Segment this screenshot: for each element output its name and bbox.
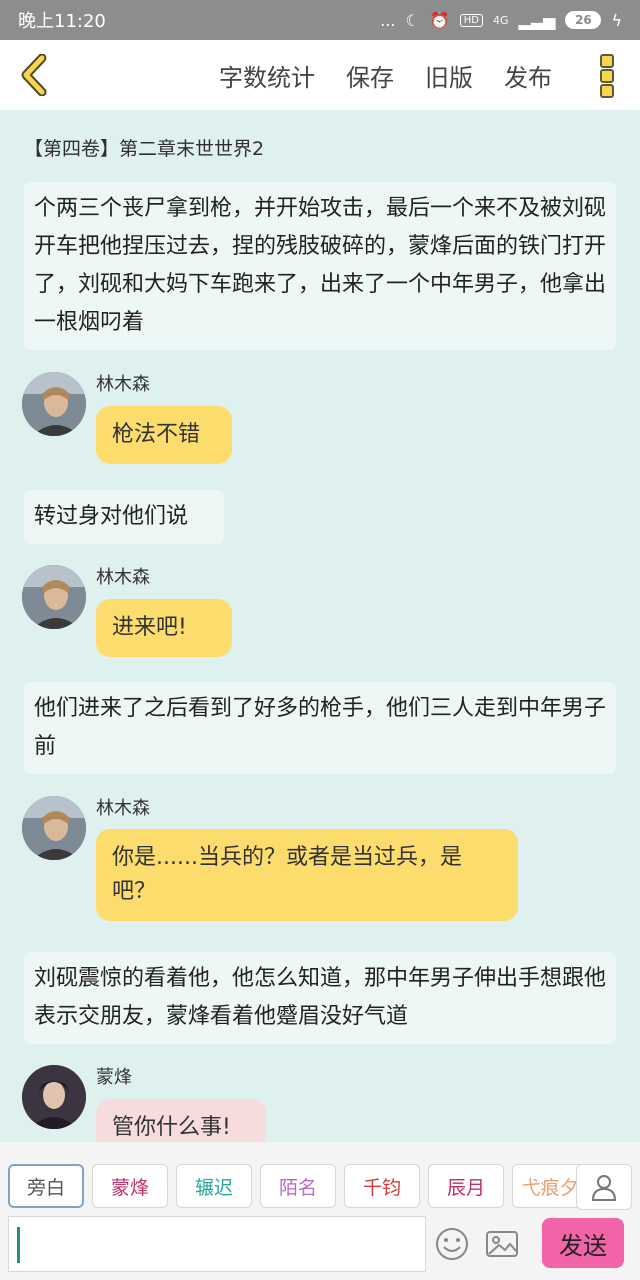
smile-icon	[436, 1228, 468, 1260]
role-label: 辰月	[446, 1176, 485, 1199]
role-label: 千钧	[362, 1176, 401, 1199]
role-moming[interactable]: 陌名	[260, 1164, 336, 1208]
network-label: 4G	[492, 13, 509, 27]
avatar[interactable]	[22, 1065, 86, 1129]
image-button[interactable]	[484, 1226, 520, 1262]
status-icons: ... ☾ ⏰ HD 4G ▂▃▅ 26 ϟ	[380, 11, 622, 30]
avatar[interactable]	[22, 372, 86, 436]
back-button[interactable]	[14, 54, 54, 96]
more-vertical-icon	[600, 69, 614, 83]
dialog-bubble[interactable]: 管你什么事!	[96, 1099, 266, 1142]
emoji-button[interactable]	[434, 1226, 470, 1262]
nav-actions: 字数统计 保存 旧版 发布	[219, 40, 552, 110]
role-selector: 旁白 蒙烽 辗迟 陌名 千钧 辰月 弋痕夕	[8, 1164, 628, 1210]
top-nav-bar: 字数统计 保存 旧版 发布	[0, 40, 640, 110]
role-label: 弋痕夕	[521, 1176, 579, 1199]
message-input[interactable]	[8, 1216, 426, 1272]
dialog-bubble[interactable]: 枪法不错	[96, 406, 232, 464]
publish-button[interactable]: 发布	[504, 58, 552, 93]
battery-indicator: 26	[565, 11, 602, 29]
notification-dots: ...	[380, 10, 396, 30]
compose-panel: 旁白 蒙烽 辗迟 陌名 千钧 辰月 弋痕夕 发送	[0, 1142, 640, 1280]
send-button[interactable]: 发送	[542, 1218, 624, 1268]
chevron-left-icon	[21, 54, 47, 96]
story-content[interactable]: 【第四卷】第二章末世世界2 个两三个丧尸拿到枪，并开始攻击，最后一个来不及被刘砚…	[0, 110, 640, 1142]
more-vertical-icon	[600, 84, 614, 98]
role-label: 陌名	[278, 1176, 317, 1199]
narration-block[interactable]: 刘砚震惊的看着他，他怎么知道，那中年男子伸出手想跟他表示交朋友，蒙烽看着他蹙眉没…	[24, 952, 616, 1044]
role-label: 蒙烽	[110, 1176, 149, 1199]
role-label: 旁白	[26, 1176, 65, 1199]
person-icon	[591, 1175, 617, 1201]
old-version-button[interactable]: 旧版	[425, 58, 473, 93]
avatar-image	[22, 1065, 86, 1129]
word-count-button[interactable]: 字数统计	[219, 58, 315, 93]
hd-badge: HD	[459, 13, 483, 27]
charging-icon: ϟ	[611, 10, 622, 30]
avatar-image	[22, 372, 86, 436]
character-name: 林木森	[96, 567, 150, 588]
status-bar: 晚上11:20 ... ☾ ⏰ HD 4G ▂▃▅ 26 ϟ	[0, 0, 640, 40]
save-button[interactable]: 保存	[346, 58, 394, 93]
alarm-icon: ⏰	[429, 10, 450, 30]
dialog-bubble[interactable]: 进来吧!	[96, 599, 232, 657]
avatar[interactable]	[22, 796, 86, 860]
narration-block[interactable]: 个两三个丧尸拿到枪，并开始攻击，最后一个来不及被刘砚开车把他捏压过去，捏的残肢破…	[24, 182, 616, 350]
dialog-bubble[interactable]: 你是......当兵的？或者是当过兵，是吧？	[96, 829, 518, 921]
role-qianjun[interactable]: 千钧	[344, 1164, 420, 1208]
text-caret	[17, 1227, 20, 1263]
more-vertical-icon	[600, 54, 614, 68]
image-icon	[486, 1231, 518, 1257]
character-name: 林木森	[96, 798, 150, 819]
signal-icon: ▂▃▅	[518, 10, 556, 30]
avatar[interactable]	[22, 565, 86, 629]
chapter-title: 【第四卷】第二章末世世界2	[24, 138, 265, 160]
narration-block[interactable]: 转过身对他们说	[24, 490, 224, 544]
character-name: 蒙烽	[96, 1067, 132, 1088]
narration-block[interactable]: 他们进来了之后看到了好多的枪手，他们三人走到中年男子前	[24, 682, 616, 774]
role-label: 辗迟	[194, 1176, 233, 1199]
role-chenyue[interactable]: 辰月	[428, 1164, 504, 1208]
avatar-image	[22, 565, 86, 629]
role-narrator[interactable]: 旁白	[8, 1164, 84, 1208]
character-name: 林木森	[96, 374, 150, 395]
status-time: 晚上11:20	[18, 11, 106, 32]
avatar-image	[22, 796, 86, 860]
more-menu-button[interactable]	[594, 54, 620, 98]
role-mengfeng[interactable]: 蒙烽	[92, 1164, 168, 1208]
moon-icon: ☾	[405, 10, 420, 30]
role-zhanchi[interactable]: 辗迟	[176, 1164, 252, 1208]
character-manager-button[interactable]	[576, 1164, 632, 1210]
